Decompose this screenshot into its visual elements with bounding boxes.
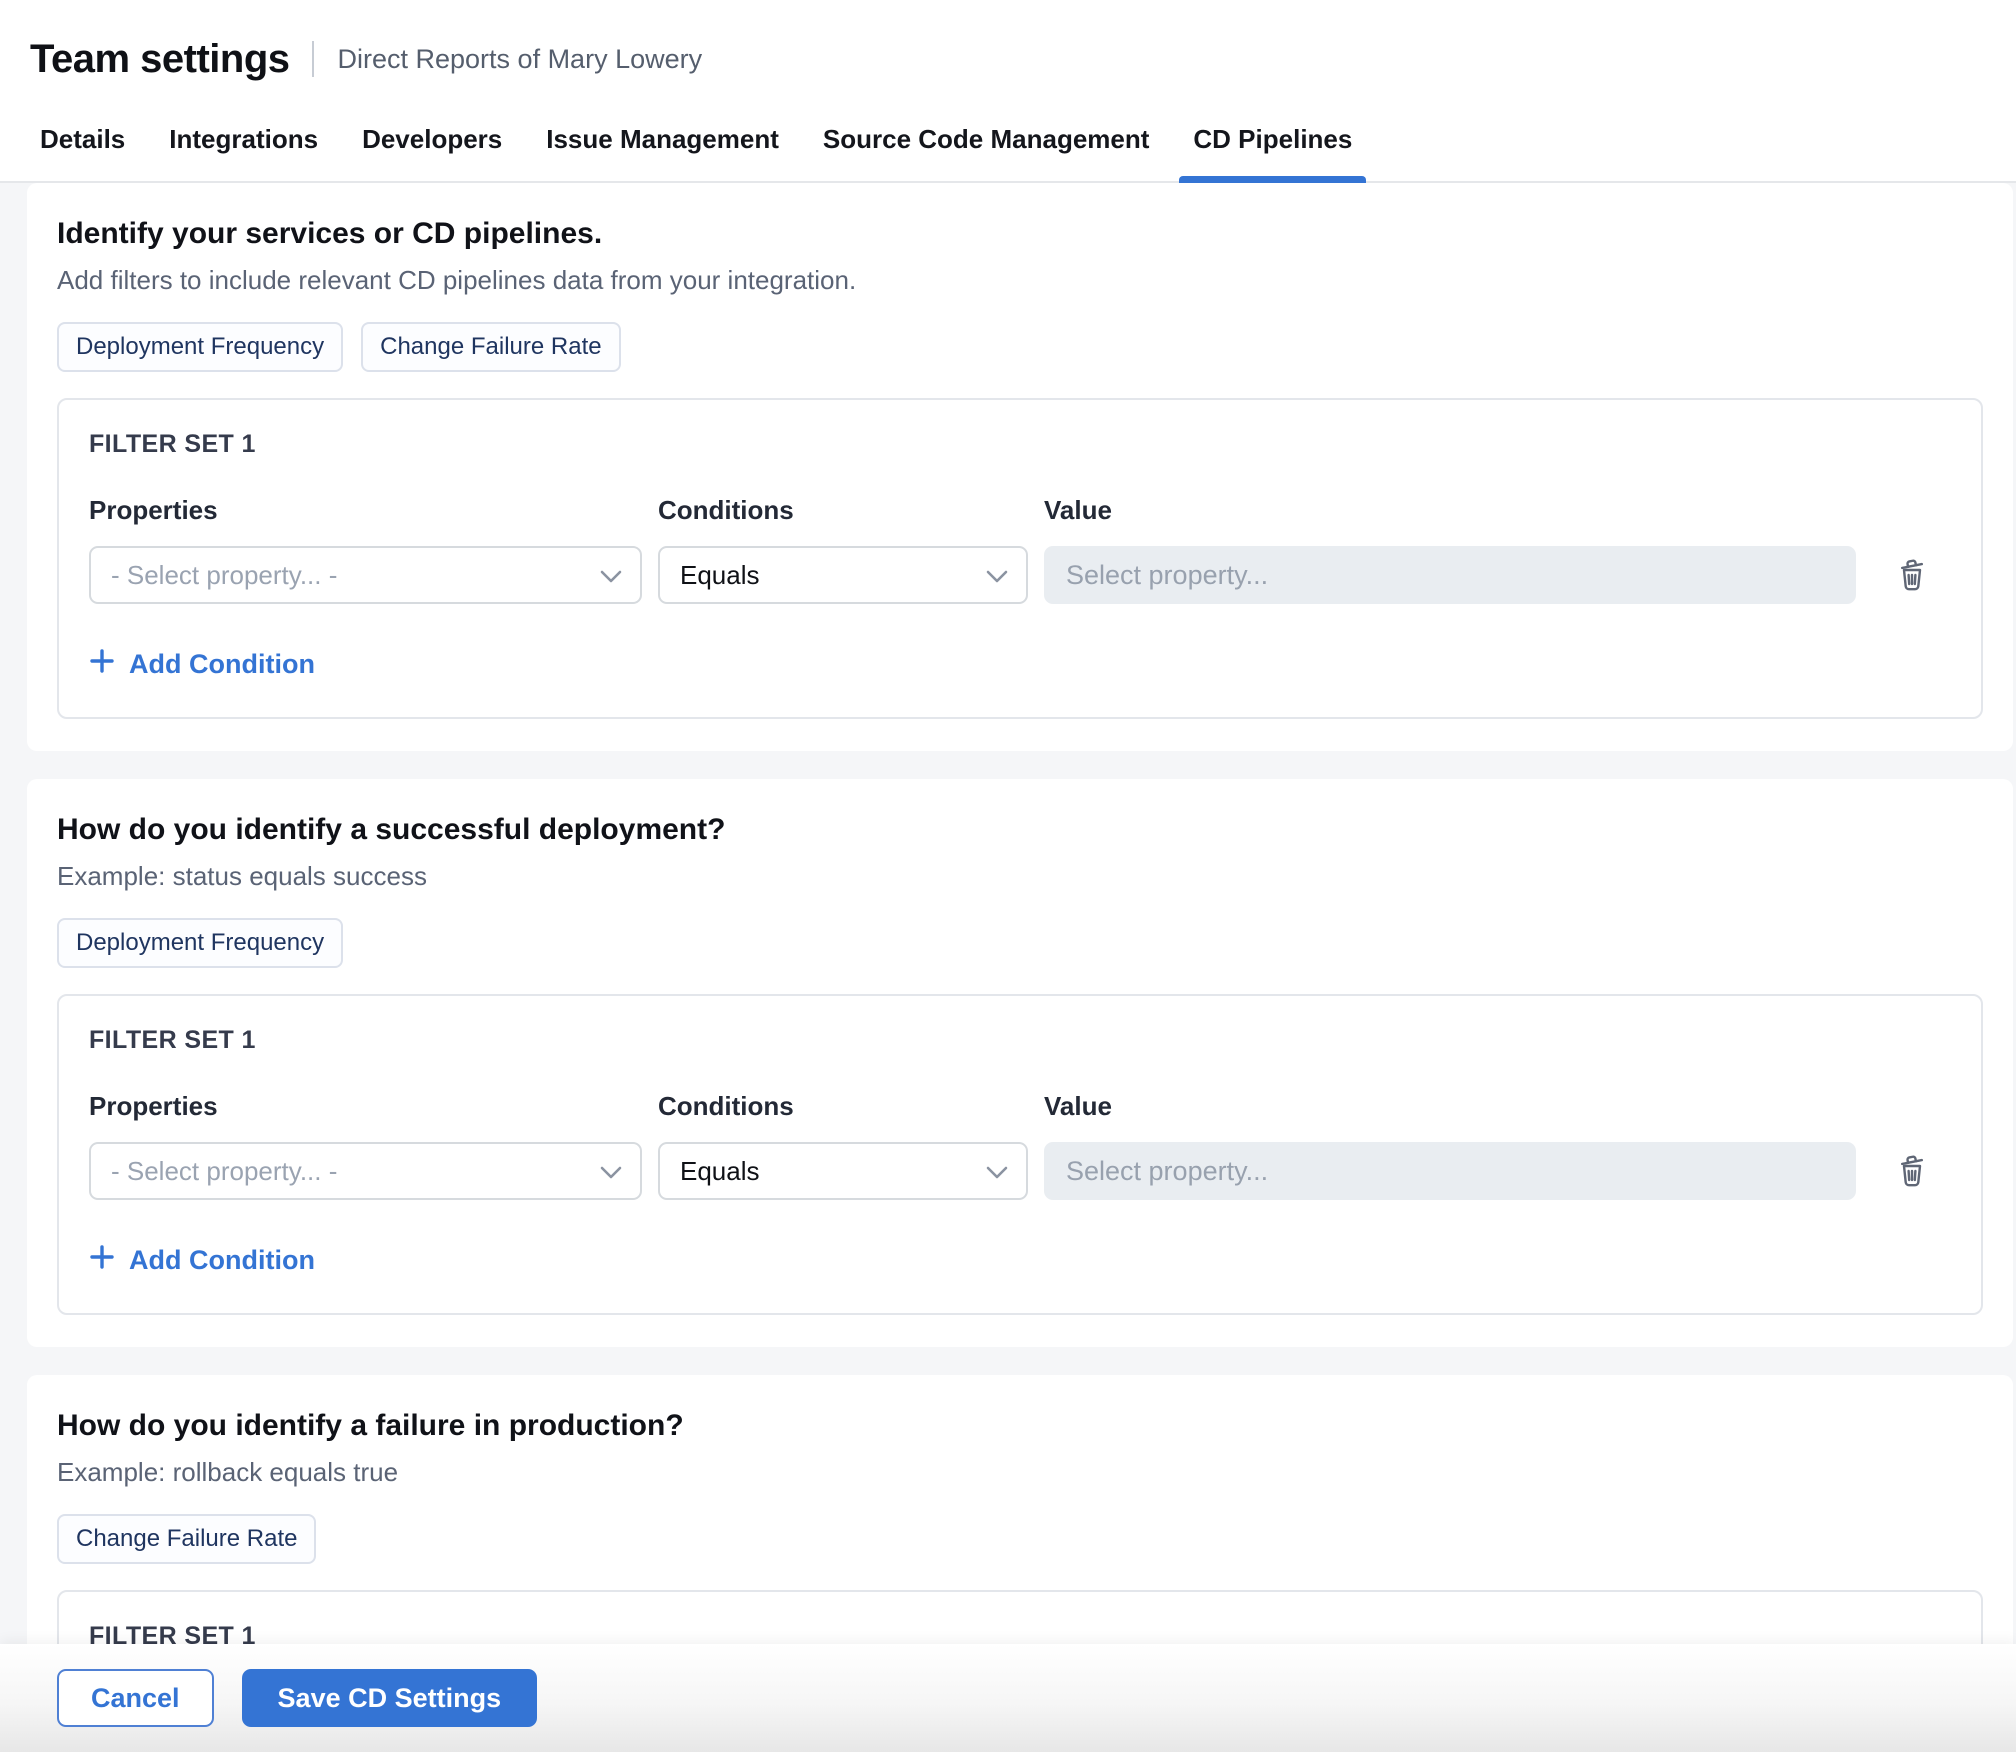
filter-set-title: FILTER SET 1 <box>89 430 1951 459</box>
value-input[interactable] <box>1044 546 1856 604</box>
filter-set-title: FILTER SET 1 <box>89 1026 1951 1055</box>
section-subheading: Add filters to include relevant CD pipel… <box>57 265 1983 296</box>
value-input[interactable] <box>1044 1142 1856 1200</box>
section-heading: Identify your services or CD pipelines. <box>57 217 1983 251</box>
column-label-value: Value <box>1044 1091 1856 1122</box>
add-condition-label: Add Condition <box>129 649 315 680</box>
filter-column-labels: Properties Conditions Value <box>89 495 1951 526</box>
section-subheading: Example: rollback equals true <box>57 1457 1983 1488</box>
metric-badges: Change Failure Rate <box>57 1514 1983 1564</box>
badge-deployment-frequency[interactable]: Deployment Frequency <box>57 918 343 968</box>
tab-developers[interactable]: Developers <box>348 124 516 181</box>
condition-select-value: Equals <box>680 1156 760 1187</box>
filter-condition-row: - Select property... - Equals <box>89 1142 1951 1200</box>
column-label-value: Value <box>1044 495 1856 526</box>
metric-badges: Deployment Frequency <box>57 918 1983 968</box>
column-label-conditions: Conditions <box>658 1091 1028 1122</box>
plus-icon <box>89 1244 115 1277</box>
team-settings-page: Team settings Direct Reports of Mary Low… <box>0 0 2016 1752</box>
trash-icon <box>1894 1151 1930 1192</box>
section-identify-pipelines: Identify your services or CD pipelines. … <box>27 183 2013 751</box>
title-divider <box>312 41 314 77</box>
section-subheading: Example: status equals success <box>57 861 1983 892</box>
column-label-properties: Properties <box>89 1091 642 1122</box>
property-select-value: - Select property... - <box>111 560 337 591</box>
title-row: Team settings Direct Reports of Mary Low… <box>0 26 2016 92</box>
badge-change-failure-rate[interactable]: Change Failure Rate <box>57 1514 316 1564</box>
tab-cd-pipelines[interactable]: CD Pipelines <box>1179 124 1366 181</box>
column-label-conditions: Conditions <box>658 495 1028 526</box>
tab-issue-management[interactable]: Issue Management <box>532 124 793 181</box>
tab-bar: Details Integrations Developers Issue Ma… <box>0 124 2016 183</box>
tab-integrations[interactable]: Integrations <box>155 124 332 181</box>
property-select[interactable]: - Select property... - <box>89 1142 642 1200</box>
filter-condition-row: - Select property... - Equals <box>89 546 1951 604</box>
filter-column-labels: Properties Conditions Value <box>89 1091 1951 1122</box>
chevron-down-icon <box>600 560 622 591</box>
trash-icon <box>1894 555 1930 596</box>
add-condition-button[interactable]: Add Condition <box>89 648 315 681</box>
tab-details[interactable]: Details <box>26 124 139 181</box>
property-select-value: - Select property... - <box>111 1156 337 1187</box>
add-condition-label: Add Condition <box>129 1245 315 1276</box>
filter-set-card: FILTER SET 1 Properties Conditions Value… <box>57 398 1983 719</box>
save-cd-settings-button[interactable]: Save CD Settings <box>242 1669 538 1727</box>
badge-change-failure-rate[interactable]: Change Failure Rate <box>361 322 620 372</box>
property-select[interactable]: - Select property... - <box>89 546 642 604</box>
condition-select-value: Equals <box>680 560 760 591</box>
delete-filter-button[interactable] <box>1894 555 1930 596</box>
action-footer: Cancel Save CD Settings <box>0 1644 2016 1752</box>
condition-select[interactable]: Equals <box>658 546 1028 604</box>
page-subtitle: Direct Reports of Mary Lowery <box>338 44 703 75</box>
plus-icon <box>89 648 115 681</box>
main-content: Identify your services or CD pipelines. … <box>0 183 2016 1752</box>
chevron-down-icon <box>600 1156 622 1187</box>
badge-deployment-frequency[interactable]: Deployment Frequency <box>57 322 343 372</box>
page-header: Team settings Direct Reports of Mary Low… <box>0 0 2016 183</box>
column-label-properties: Properties <box>89 495 642 526</box>
filter-set-card: FILTER SET 1 Properties Conditions Value… <box>57 994 1983 1315</box>
metric-badges: Deployment Frequency Change Failure Rate <box>57 322 1983 372</box>
delete-filter-button[interactable] <box>1894 1151 1930 1192</box>
section-heading: How do you identify a failure in product… <box>57 1409 1983 1443</box>
condition-select[interactable]: Equals <box>658 1142 1028 1200</box>
section-successful-deployment: How do you identify a successful deploym… <box>27 779 2013 1347</box>
add-condition-button[interactable]: Add Condition <box>89 1244 315 1277</box>
chevron-down-icon <box>986 560 1008 591</box>
section-heading: How do you identify a successful deploym… <box>57 813 1983 847</box>
page-title: Team settings <box>30 37 290 82</box>
tab-source-code-management[interactable]: Source Code Management <box>809 124 1164 181</box>
cancel-button[interactable]: Cancel <box>57 1669 214 1727</box>
chevron-down-icon <box>986 1156 1008 1187</box>
